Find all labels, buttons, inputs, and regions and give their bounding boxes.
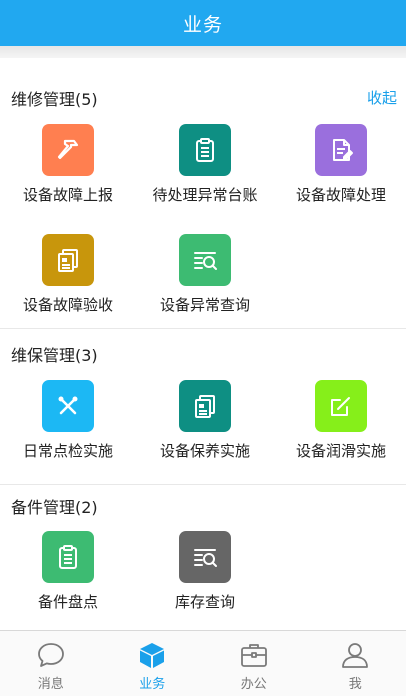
top-app-bar: 业务 xyxy=(0,0,406,46)
collapse-link[interactable]: 收起 xyxy=(367,87,397,108)
section-title-spare-parts: 备件管理(2) xyxy=(11,498,98,517)
tab-messages[interactable]: 消息 xyxy=(0,631,102,696)
tile-label: 设备异常查询 xyxy=(159,296,250,314)
clipboard-icon xyxy=(42,531,94,583)
tab-label: 消息 xyxy=(37,677,64,692)
tile-fault-query[interactable]: 设备异常查询 xyxy=(137,234,273,334)
tab-business[interactable]: 业务 xyxy=(102,631,204,696)
tile-label: 设备润滑实施 xyxy=(295,442,386,460)
section-divider xyxy=(0,328,406,329)
section-header-spare-parts: 备件管理(2) xyxy=(0,484,406,524)
tile-pending-ledger[interactable]: 待处理异常台账 xyxy=(137,124,273,224)
chat-bubble-icon xyxy=(37,643,64,667)
tab-office[interactable]: 办公 xyxy=(203,631,305,696)
document-edit-icon xyxy=(315,124,367,176)
edit-square-icon xyxy=(315,380,367,432)
header-spacer xyxy=(0,46,406,58)
tile-fault-handle[interactable]: 设备故障处理 xyxy=(273,124,406,224)
tile-daily-inspection[interactable]: 日常点检实施 xyxy=(0,380,136,480)
tools-icon xyxy=(42,380,94,432)
bottom-tab-bar: 消息 业务 办公 我 xyxy=(0,630,406,696)
tile-equipment-maintenance[interactable]: 设备保养实施 xyxy=(137,380,273,480)
tile-fault-acceptance[interactable]: 设备故障验收 xyxy=(0,234,136,334)
section-title-maintenance: 维保管理(3) xyxy=(11,346,98,365)
tile-fault-report[interactable]: 设备故障上报 xyxy=(0,124,136,224)
tile-label: 设备保养实施 xyxy=(159,442,250,460)
section-header-maintenance: 维保管理(3) xyxy=(0,332,406,372)
hammer-icon xyxy=(42,124,94,176)
tile-stock-query[interactable]: 库存查询 xyxy=(137,531,273,631)
tile-label: 待处理异常台账 xyxy=(152,186,258,204)
files-icon xyxy=(179,380,231,432)
section-title-repair: 维修管理(5) xyxy=(11,90,98,109)
tab-label: 业务 xyxy=(139,677,166,692)
clipboard-icon xyxy=(179,124,231,176)
tile-label: 设备故障上报 xyxy=(22,186,113,204)
tab-label: 我 xyxy=(348,677,362,692)
tab-label: 办公 xyxy=(240,677,267,692)
search-list-icon xyxy=(179,531,231,583)
tile-label: 备件盘点 xyxy=(37,593,98,611)
tile-label: 设备故障验收 xyxy=(22,296,113,314)
tile-label: 设备故障处理 xyxy=(295,186,386,204)
tile-parts-inventory[interactable]: 备件盘点 xyxy=(0,531,136,631)
page-title: 业务 xyxy=(182,13,223,36)
user-icon xyxy=(342,643,369,668)
briefcase-icon xyxy=(240,644,267,667)
tile-lubrication[interactable]: 设备润滑实施 xyxy=(273,380,406,480)
section-header-repair: 维修管理(5) 收起 xyxy=(0,76,406,116)
tile-label: 库存查询 xyxy=(174,593,235,611)
tab-me[interactable]: 我 xyxy=(305,631,406,696)
files-icon xyxy=(42,234,94,286)
search-list-icon xyxy=(179,234,231,286)
tile-label: 日常点检实施 xyxy=(22,442,113,460)
cube-icon xyxy=(140,643,165,668)
